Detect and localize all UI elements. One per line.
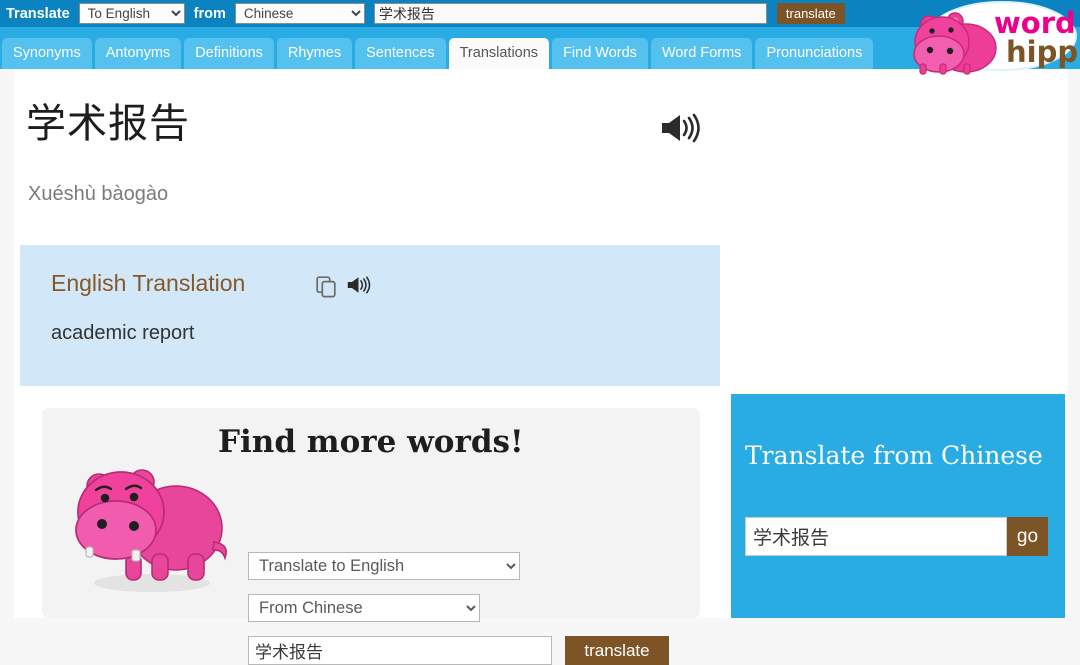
translate-from-widget: Translate from Chinese go: [731, 394, 1065, 618]
translate-from-widget-input[interactable]: [745, 517, 1007, 556]
find-more-words-translate-button[interactable]: translate: [565, 636, 669, 665]
nav-tab-synonyms[interactable]: Synonyms: [2, 38, 92, 69]
translate-from-widget-go-button[interactable]: go: [1007, 517, 1048, 556]
from-label: from: [193, 5, 226, 22]
hippo-mascot-icon: [75, 469, 227, 592]
translate-to-select[interactable]: Translate to English: [248, 552, 520, 580]
top-translate-bar: Translate To English from Chinese transl…: [0, 0, 1080, 27]
nav-tabs: Synonyms Antonyms Definitions Rhymes Sentenc…: [2, 38, 874, 69]
nav-tab-pronunciations[interactable]: Pronunciations: [755, 38, 874, 69]
page-content: 学术报告 Xuéshù bàogào English Translation a…: [14, 69, 1068, 665]
find-more-words-card: Find more words! Translate to English Fr…: [42, 408, 700, 665]
translate-label: Translate: [6, 5, 70, 22]
nav-tab-rhymes[interactable]: Rhymes: [276, 38, 353, 69]
translation-result-text: academic report: [51, 322, 195, 344]
translation-panel-title: English Translation: [51, 270, 246, 296]
nav-tab-translations[interactable]: Translations: [448, 38, 550, 69]
pinyin-transliteration: Xuéshù bàogào: [28, 183, 169, 205]
english-translation-panel: English Translation academic report: [20, 245, 720, 386]
nav-tab-sentences[interactable]: Sentences: [355, 38, 446, 69]
topbar-translate-button[interactable]: translate: [776, 3, 845, 24]
copy-icon[interactable]: [316, 276, 338, 303]
nav-tab-antonyms[interactable]: Antonyms: [94, 38, 182, 69]
page-title: 学术报告: [26, 101, 190, 147]
nav-tab-word-forms[interactable]: Word Forms: [650, 38, 753, 69]
topbar-from-language-select[interactable]: Chinese: [234, 3, 365, 24]
speaker-icon[interactable]: [659, 112, 701, 149]
topbar-query-input[interactable]: [373, 3, 767, 24]
find-more-words-input[interactable]: [248, 636, 552, 665]
find-more-words-heading: Find more words!: [218, 424, 524, 460]
topbar-to-language-select[interactable]: To English: [78, 3, 185, 24]
nav-tab-strip: Synonyms Antonyms Definitions Rhymes Sentenc…: [0, 27, 1080, 69]
translate-from-widget-title: Translate from Chinese: [745, 441, 1043, 470]
speaker-icon[interactable]: [346, 275, 371, 300]
nav-tab-definitions[interactable]: Definitions: [184, 38, 274, 69]
nav-tab-find-words[interactable]: Find Words: [552, 38, 648, 69]
